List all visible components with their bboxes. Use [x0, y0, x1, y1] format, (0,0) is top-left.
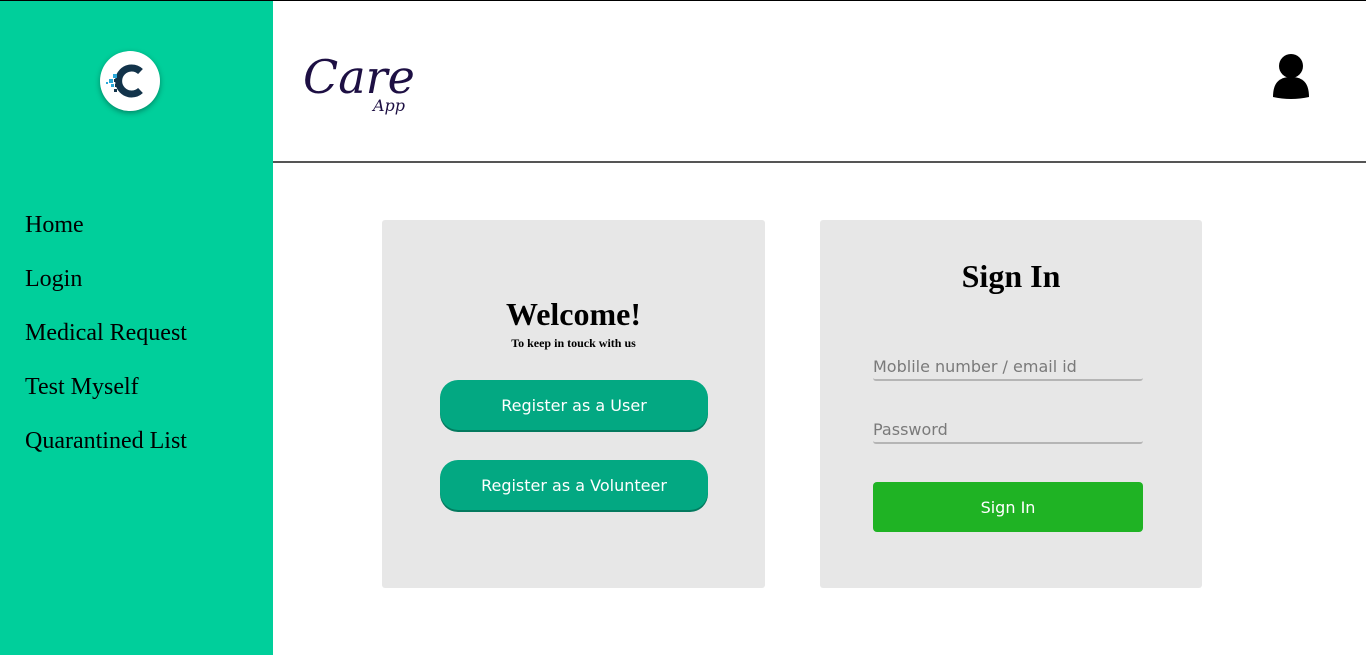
sidebar-item-home[interactable]: Home	[25, 207, 187, 261]
welcome-title: Welcome!	[505, 296, 642, 332]
sidebar-item-test-myself[interactable]: Test Myself	[25, 369, 187, 423]
sidebar: Home Login Medical Request Test Myself Q…	[0, 1, 273, 655]
header: Care App	[273, 1, 1366, 163]
signin-button[interactable]: Sign In	[873, 482, 1143, 532]
welcome-card: Welcome! To keep in touck with us Regist…	[382, 220, 765, 588]
password-input[interactable]	[873, 416, 1143, 444]
sidebar-item-login[interactable]: Login	[25, 261, 187, 315]
sidebar-item-quarantined-list[interactable]: Quarantined List	[25, 423, 187, 477]
sidebar-nav: Home Login Medical Request Test Myself Q…	[25, 207, 187, 477]
register-volunteer-button[interactable]: Register as a Volunteer	[440, 460, 708, 510]
care-app-logo-badge[interactable]	[100, 51, 160, 111]
signin-title: Sign In	[961, 258, 1061, 294]
mobile-email-input[interactable]	[873, 353, 1143, 381]
sidebar-item-medical-request[interactable]: Medical Request	[25, 315, 187, 369]
brand-logo[interactable]: Care App	[301, 41, 431, 121]
welcome-subtitle: To keep in touck with us	[511, 336, 636, 350]
care-app-c-logo-icon	[106, 64, 143, 98]
user-icon[interactable]	[1269, 51, 1313, 101]
signin-card: Sign In Sign In	[820, 220, 1202, 588]
register-user-button[interactable]: Register as a User	[440, 380, 708, 430]
brand-sub: App	[371, 96, 405, 115]
